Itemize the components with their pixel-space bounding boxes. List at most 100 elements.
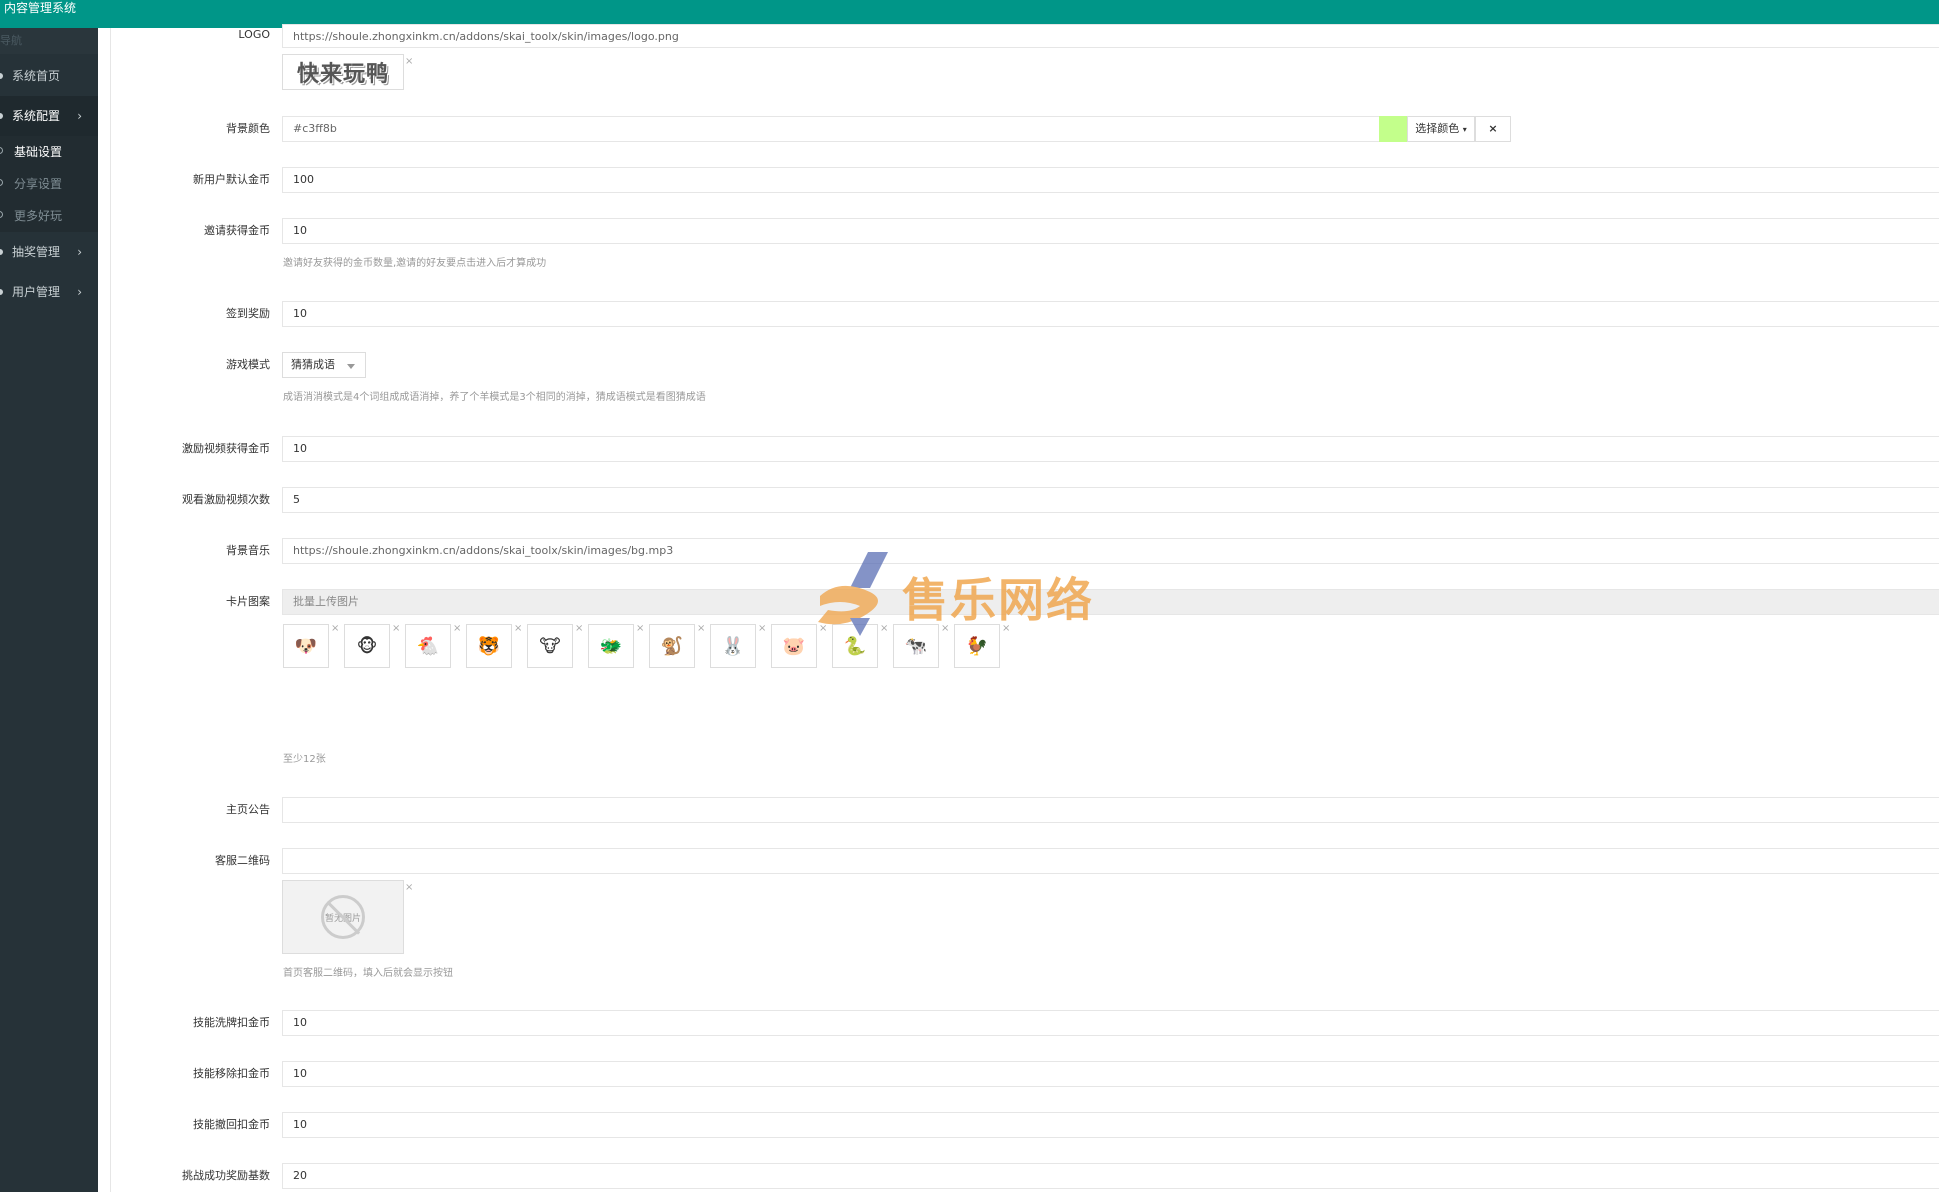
app-title: 内容管理系统 xyxy=(4,1,77,15)
card-thumbnail: 🐲 xyxy=(588,624,634,668)
choose-color-button[interactable]: 选择颜色 ▾ xyxy=(1407,116,1475,142)
clear-color-button[interactable]: × xyxy=(1475,116,1511,142)
game-mode-value: 猜猜成语 xyxy=(291,358,335,371)
shuffle-cost-field[interactable]: 10 xyxy=(282,1010,1939,1036)
bullet-icon xyxy=(0,289,3,295)
game-mode-label: 游戏模式 xyxy=(226,358,270,371)
no-image-icon: 暂无图片 xyxy=(321,895,365,939)
tiger-icon: 🐯 xyxy=(477,635,501,657)
remove-cost-field[interactable]: 10 xyxy=(282,1061,1939,1087)
invite-coins-help: 邀请好友获得的金币数量,邀请的好友要点击进入后才算成功 xyxy=(283,258,547,269)
sidebar-item-system-config[interactable]: 系统配置 › xyxy=(0,96,98,136)
card-thumbnail: 🐒 xyxy=(649,624,695,668)
sidebar-item-label: 用户管理 xyxy=(12,285,61,299)
announcement-field[interactable] xyxy=(282,797,1939,823)
chevron-right-icon: › xyxy=(77,109,82,123)
sidebar-subitem-basic-settings[interactable]: 基础设置 xyxy=(0,136,98,168)
new-user-coins-label: 新用户默认金币 xyxy=(193,173,270,186)
remove-card-icon[interactable]: × xyxy=(392,623,400,634)
service-qr-field[interactable] xyxy=(282,848,1939,874)
chevron-right-icon: › xyxy=(77,285,82,299)
remove-card-icon[interactable]: × xyxy=(819,623,827,634)
card-thumbnail: 🐓 xyxy=(954,624,1000,668)
logo-preview: 快来玩鸭 xyxy=(282,54,404,90)
snake-icon: 🐍 xyxy=(843,635,867,657)
close-icon: × xyxy=(1488,122,1498,135)
sidebar-subitem-more-fun[interactable]: 更多好玩 xyxy=(0,200,98,232)
card-thumbnail: 🐍 xyxy=(832,624,878,668)
card-thumbnail: 🐯 xyxy=(466,624,512,668)
circle-icon xyxy=(0,179,3,186)
choose-color-label: 选择颜色 xyxy=(1415,122,1460,135)
batch-upload-button[interactable]: 批量上传图片 xyxy=(282,589,1939,615)
sidebar-item-users[interactable]: 用户管理 › xyxy=(0,272,98,312)
sidebar-item-home[interactable]: 系统首页 xyxy=(0,56,98,96)
video-times-label: 观看激励视频次数 xyxy=(182,493,270,506)
video-coins-label: 激励视频获得金币 xyxy=(182,442,270,455)
challenge-reward-label: 挑战成功奖励基数 xyxy=(182,1169,270,1182)
logo-image-text: 快来玩鸭 xyxy=(296,62,389,87)
monkey-face-icon: 🐵 xyxy=(356,635,378,657)
bg-color-field[interactable]: #c3ff8b xyxy=(282,116,1380,142)
ox-icon: 🐮 xyxy=(539,635,561,657)
challenge-reward-field[interactable]: 20 xyxy=(282,1163,1939,1189)
game-mode-select[interactable]: 猜猜成语 xyxy=(282,352,366,378)
sidebar-item-label: 抽奖管理 xyxy=(12,245,61,259)
game-mode-help: 成语消消模式是4个词组成成语消掉，养了个羊模式是3个相同的消掉，猜成语模式是看图… xyxy=(283,392,706,403)
sidebar: 导航 系统首页 系统配置 › 基础设置 分享设置 更多好玩 抽奖管理 › 用户管… xyxy=(0,28,98,1192)
circle-icon xyxy=(0,211,3,218)
sidebar-subitem-label: 更多好玩 xyxy=(14,209,63,223)
card-thumbnail: 🐄 xyxy=(893,624,939,668)
remove-card-icon[interactable]: × xyxy=(514,623,522,634)
bullet-icon xyxy=(0,73,3,79)
video-coins-field[interactable]: 10 xyxy=(282,436,1939,462)
remove-logo-icon[interactable]: × xyxy=(405,56,413,67)
bg-music-label: 背景音乐 xyxy=(226,544,270,557)
sidebar-subitem-share-settings[interactable]: 分享设置 xyxy=(0,168,98,200)
checkin-reward-field[interactable]: 10 xyxy=(282,301,1939,327)
remove-qr-icon[interactable]: × xyxy=(405,882,413,893)
remove-card-icon[interactable]: × xyxy=(941,623,949,634)
card-thumbnail: 🐔 xyxy=(405,624,451,668)
sidebar-item-label: 系统配置 xyxy=(12,109,61,123)
card-thumbnail: 🐷 xyxy=(771,624,817,668)
remove-card-icon[interactable]: × xyxy=(758,623,766,634)
pig-icon: 🐷 xyxy=(782,635,806,657)
card-pattern-label: 卡片图案 xyxy=(226,595,270,608)
remove-card-icon[interactable]: × xyxy=(453,623,461,634)
video-times-field[interactable]: 5 xyxy=(282,487,1939,513)
sidebar-heading: 导航 xyxy=(0,28,98,54)
remove-card-icon[interactable]: × xyxy=(697,623,705,634)
bg-music-field[interactable]: https://shoule.zhongxinkm.cn/addons/skai… xyxy=(282,538,1939,564)
card-thumbnail: 🐰 xyxy=(710,624,756,668)
remove-cost-label: 技能移除扣金币 xyxy=(193,1067,270,1080)
sidebar-item-lottery[interactable]: 抽奖管理 › xyxy=(0,232,98,272)
new-user-coins-field[interactable]: 100 xyxy=(282,167,1939,193)
remove-card-icon[interactable]: × xyxy=(575,623,583,634)
remove-card-icon[interactable]: × xyxy=(1002,623,1010,634)
caret-down-icon xyxy=(347,364,355,369)
service-qr-help: 首页客服二维码，填入后就会显示按钮 xyxy=(283,968,453,979)
announcement-label: 主页公告 xyxy=(226,803,270,816)
remove-card-icon[interactable]: × xyxy=(636,623,644,634)
bullet-icon xyxy=(0,249,3,255)
undo-cost-field[interactable]: 10 xyxy=(282,1112,1939,1138)
card-thumbnail: 🐮 xyxy=(527,624,573,668)
content-divider xyxy=(110,28,111,1192)
remove-card-icon[interactable]: × xyxy=(880,623,888,634)
chevron-right-icon: › xyxy=(77,245,82,259)
circle-icon xyxy=(0,147,3,154)
cow-icon: 🐄 xyxy=(904,635,928,657)
remove-card-icon[interactable]: × xyxy=(331,623,339,634)
invite-coins-field[interactable]: 10 xyxy=(282,218,1939,244)
sidebar-subitem-label: 基础设置 xyxy=(14,145,63,159)
bullet-icon xyxy=(0,113,3,119)
logo-url-field[interactable]: https://shoule.zhongxinkm.cn/addons/skai… xyxy=(282,24,1939,48)
dragon-icon: 🐲 xyxy=(599,635,623,657)
invite-coins-label: 邀请获得金币 xyxy=(204,224,270,237)
caret-down-icon: ▾ xyxy=(1462,125,1467,134)
dog-icon: 🐶 xyxy=(294,635,318,657)
sidebar-item-label: 系统首页 xyxy=(12,69,61,83)
color-swatch xyxy=(1379,116,1407,142)
logo-label: LOGO xyxy=(238,28,270,41)
